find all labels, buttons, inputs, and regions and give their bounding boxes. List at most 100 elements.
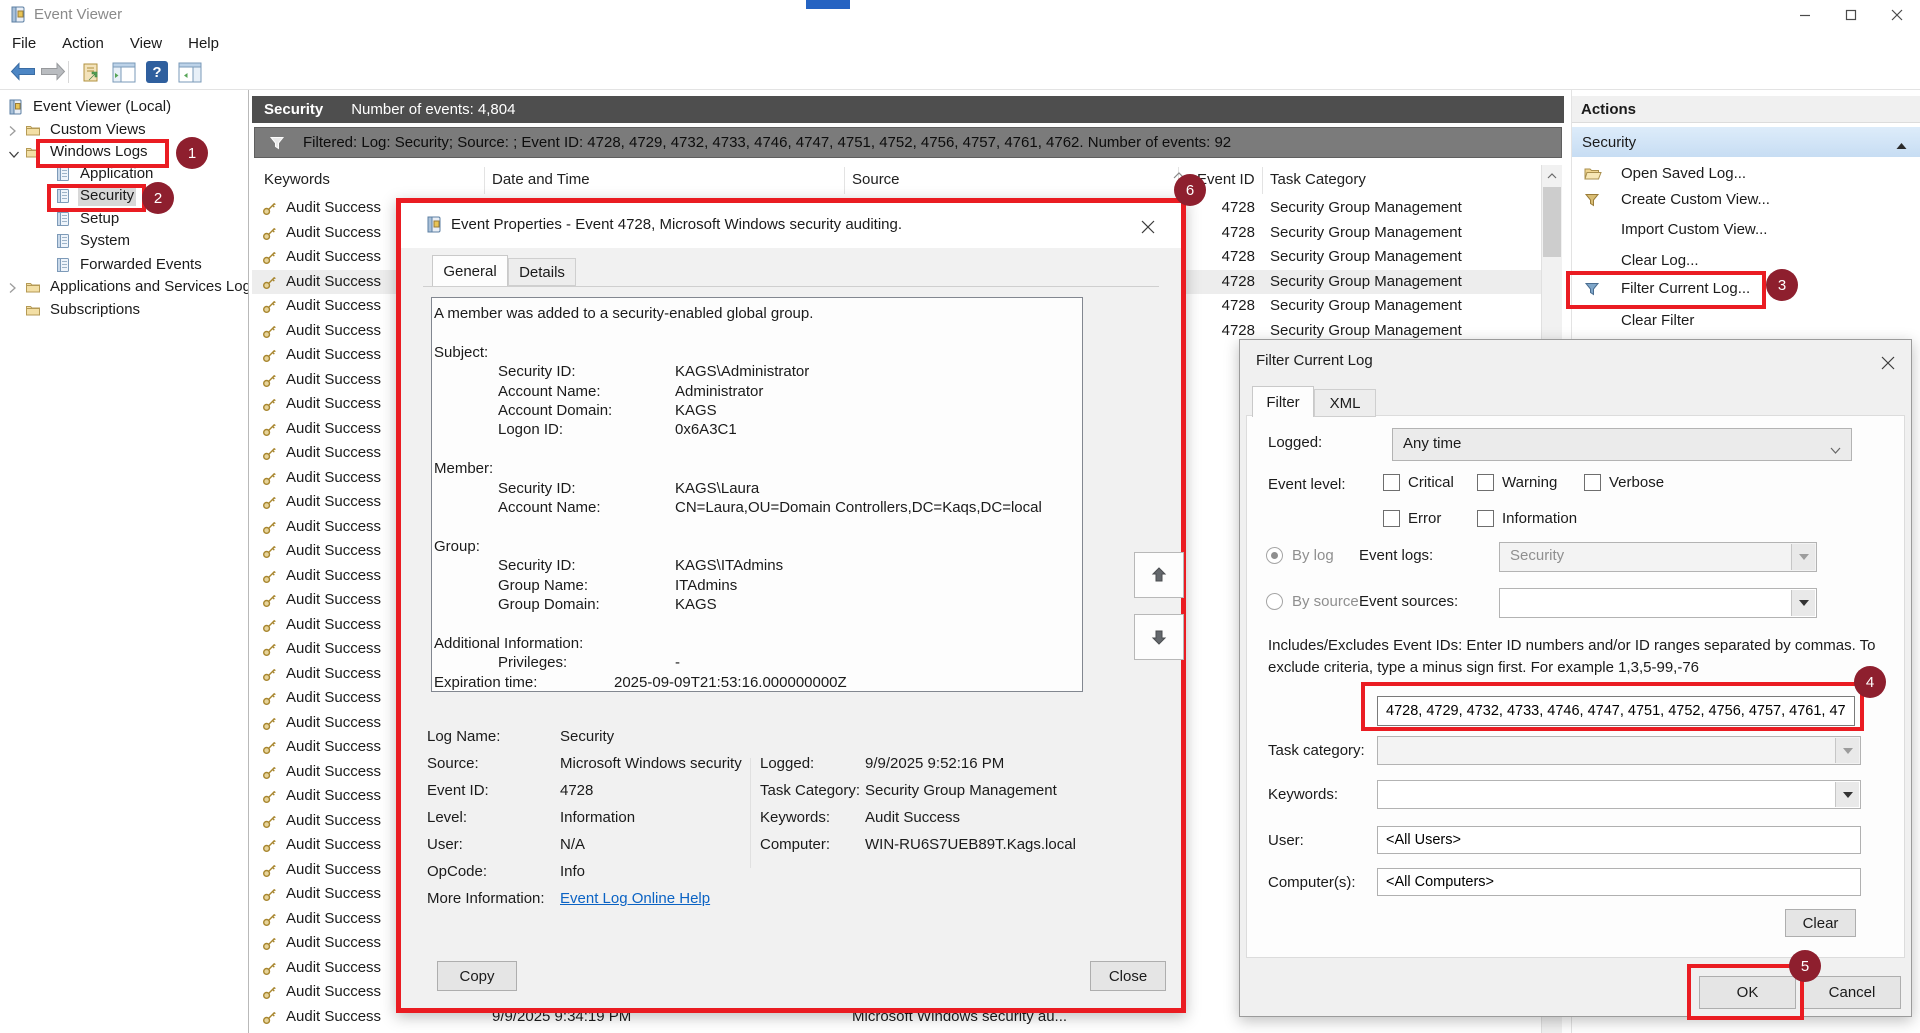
event-keyword: Audit Success	[286, 273, 381, 290]
event-keyword: Audit Success	[286, 763, 381, 780]
action-item-open-saved-log[interactable]: Open Saved Log...	[1572, 161, 1920, 189]
checkbox-warning[interactable]	[1477, 474, 1494, 491]
actions-section-security[interactable]: Security	[1572, 127, 1920, 157]
action-item-create-custom-view[interactable]: Create Custom View...	[1572, 187, 1920, 215]
menu-action[interactable]: Action	[62, 35, 104, 52]
column-divider[interactable]	[1262, 167, 1263, 194]
event-keyword: Audit Success	[286, 934, 381, 951]
scrollbar-thumb[interactable]	[1543, 187, 1561, 257]
event-keyword: Audit Success	[286, 665, 381, 682]
event-keyword: Audit Success	[286, 248, 381, 265]
field-label: Group Domain:	[498, 595, 675, 614]
col-task-category[interactable]: Task Category	[1270, 171, 1366, 188]
previous-event-button[interactable]	[1134, 552, 1184, 598]
close-button[interactable]	[1874, 0, 1920, 30]
sidebar-item-windows-logs[interactable]: Windows Logs	[0, 142, 248, 164]
dialog-close-icon[interactable]	[1133, 217, 1163, 237]
dropdown-button[interactable]	[1791, 544, 1815, 570]
col-source[interactable]: Source	[852, 171, 900, 188]
tab-xml[interactable]: XML	[1314, 389, 1376, 417]
key-icon	[262, 961, 277, 976]
dialog-title: Filter Current Log	[1256, 352, 1373, 369]
cancel-button[interactable]: Cancel	[1803, 976, 1901, 1009]
minimize-button[interactable]	[1782, 0, 1828, 30]
computers-input[interactable]	[1377, 868, 1861, 896]
event-keyword: Audit Success	[286, 714, 381, 731]
checkbox-error[interactable]	[1383, 510, 1400, 527]
key-icon	[262, 838, 277, 853]
sidebar-item-application[interactable]: Application	[0, 164, 248, 186]
event-keyword: Audit Success	[286, 542, 381, 559]
event-sources-dropdown[interactable]	[1499, 588, 1817, 618]
col-date-time[interactable]: Date and Time	[492, 171, 590, 188]
sidebar-item-system[interactable]: System	[0, 231, 248, 253]
show-action-pane-icon[interactable]	[178, 62, 202, 87]
event-keyword: Audit Success	[286, 224, 381, 241]
chevron-down-icon[interactable]	[8, 146, 20, 163]
show-console-tree-icon[interactable]	[112, 62, 136, 87]
column-divider[interactable]	[484, 167, 485, 194]
action-item-filter-current-log[interactable]: Filter Current Log...	[1572, 276, 1920, 304]
menu-file[interactable]: File	[12, 35, 36, 52]
dropdown-button[interactable]	[1791, 590, 1815, 616]
col-keywords[interactable]: Keywords	[264, 171, 330, 188]
back-arrow-icon[interactable]	[10, 62, 36, 85]
dialog-close-icon[interactable]	[1874, 353, 1902, 373]
radio-by-source[interactable]	[1266, 593, 1283, 610]
col-event-id[interactable]: Event ID	[1197, 171, 1255, 188]
column-divider[interactable]	[844, 167, 845, 194]
checkbox-information[interactable]	[1477, 510, 1494, 527]
collapse-caret-icon[interactable]	[1896, 137, 1907, 154]
help-icon[interactable]: ?	[146, 61, 168, 83]
chevron-right-icon[interactable]	[8, 124, 17, 141]
sidebar-item-custom-views[interactable]: Custom Views	[0, 120, 248, 142]
task-category-dropdown[interactable]	[1377, 736, 1861, 765]
keywords-dropdown[interactable]	[1377, 780, 1861, 809]
maximize-button[interactable]	[1828, 0, 1874, 30]
event-ids-input[interactable]	[1377, 696, 1855, 726]
event-description-area[interactable]: A member was added to a security-enabled…	[431, 297, 1083, 692]
checkbox-verbose[interactable]	[1584, 474, 1601, 491]
tab-general[interactable]: General	[432, 255, 508, 286]
keywords-label: Keywords:	[1268, 786, 1338, 803]
user-input[interactable]	[1377, 826, 1861, 854]
action-item-import-custom-view[interactable]: Import Custom View...	[1572, 217, 1920, 245]
tab-general-label: General	[443, 263, 496, 280]
console-root-icon	[8, 99, 24, 119]
dropdown-button[interactable]	[1835, 782, 1859, 807]
menu-help[interactable]: Help	[188, 35, 219, 52]
dropdown-button[interactable]	[1835, 738, 1859, 763]
radio-by-log[interactable]	[1266, 547, 1283, 564]
export-log-icon[interactable]	[80, 62, 102, 88]
sidebar-item-security[interactable]: Security	[0, 186, 248, 208]
tab-details[interactable]: Details	[508, 258, 576, 286]
event-logs-dropdown[interactable]: Security	[1499, 542, 1817, 572]
key-icon	[262, 642, 277, 657]
sidebar-item-forwarded-events[interactable]: Forwarded Events	[0, 255, 248, 277]
key-icon	[262, 348, 277, 363]
action-item-clear-log[interactable]: Clear Log...	[1572, 248, 1920, 276]
chevron-right-icon[interactable]	[8, 281, 17, 298]
copy-button[interactable]: Copy	[437, 961, 517, 991]
event-log-online-help-link[interactable]: Event Log Online Help	[560, 890, 710, 907]
window-title: Event Viewer	[34, 6, 122, 23]
action-item-clear-filter[interactable]: Clear Filter	[1572, 308, 1920, 336]
clear-button[interactable]: Clear	[1785, 909, 1856, 937]
sidebar-item-setup[interactable]: Setup	[0, 209, 248, 231]
ok-button[interactable]: OK	[1699, 976, 1796, 1009]
menu-view[interactable]: View	[130, 35, 162, 52]
event-keyword: Audit Success	[286, 616, 381, 633]
forward-arrow-icon[interactable]	[40, 62, 66, 85]
key-icon	[262, 985, 277, 1000]
app-icon	[10, 6, 27, 23]
key-icon	[262, 912, 277, 927]
next-event-button[interactable]	[1134, 614, 1184, 660]
sidebar-item-subscriptions[interactable]: Subscriptions	[0, 300, 248, 322]
sidebar-item-applications-and-services-log[interactable]: Applications and Services Log	[0, 277, 248, 299]
logged-dropdown[interactable]: Any time	[1392, 428, 1852, 461]
tab-filter[interactable]: Filter	[1252, 386, 1314, 417]
scrollbar-up-icon[interactable]	[1542, 165, 1562, 186]
close-dialog-button[interactable]: Close	[1090, 961, 1166, 991]
sidebar-item-event-viewer-local[interactable]: Event Viewer (Local)	[0, 97, 248, 119]
checkbox-critical[interactable]	[1383, 474, 1400, 491]
